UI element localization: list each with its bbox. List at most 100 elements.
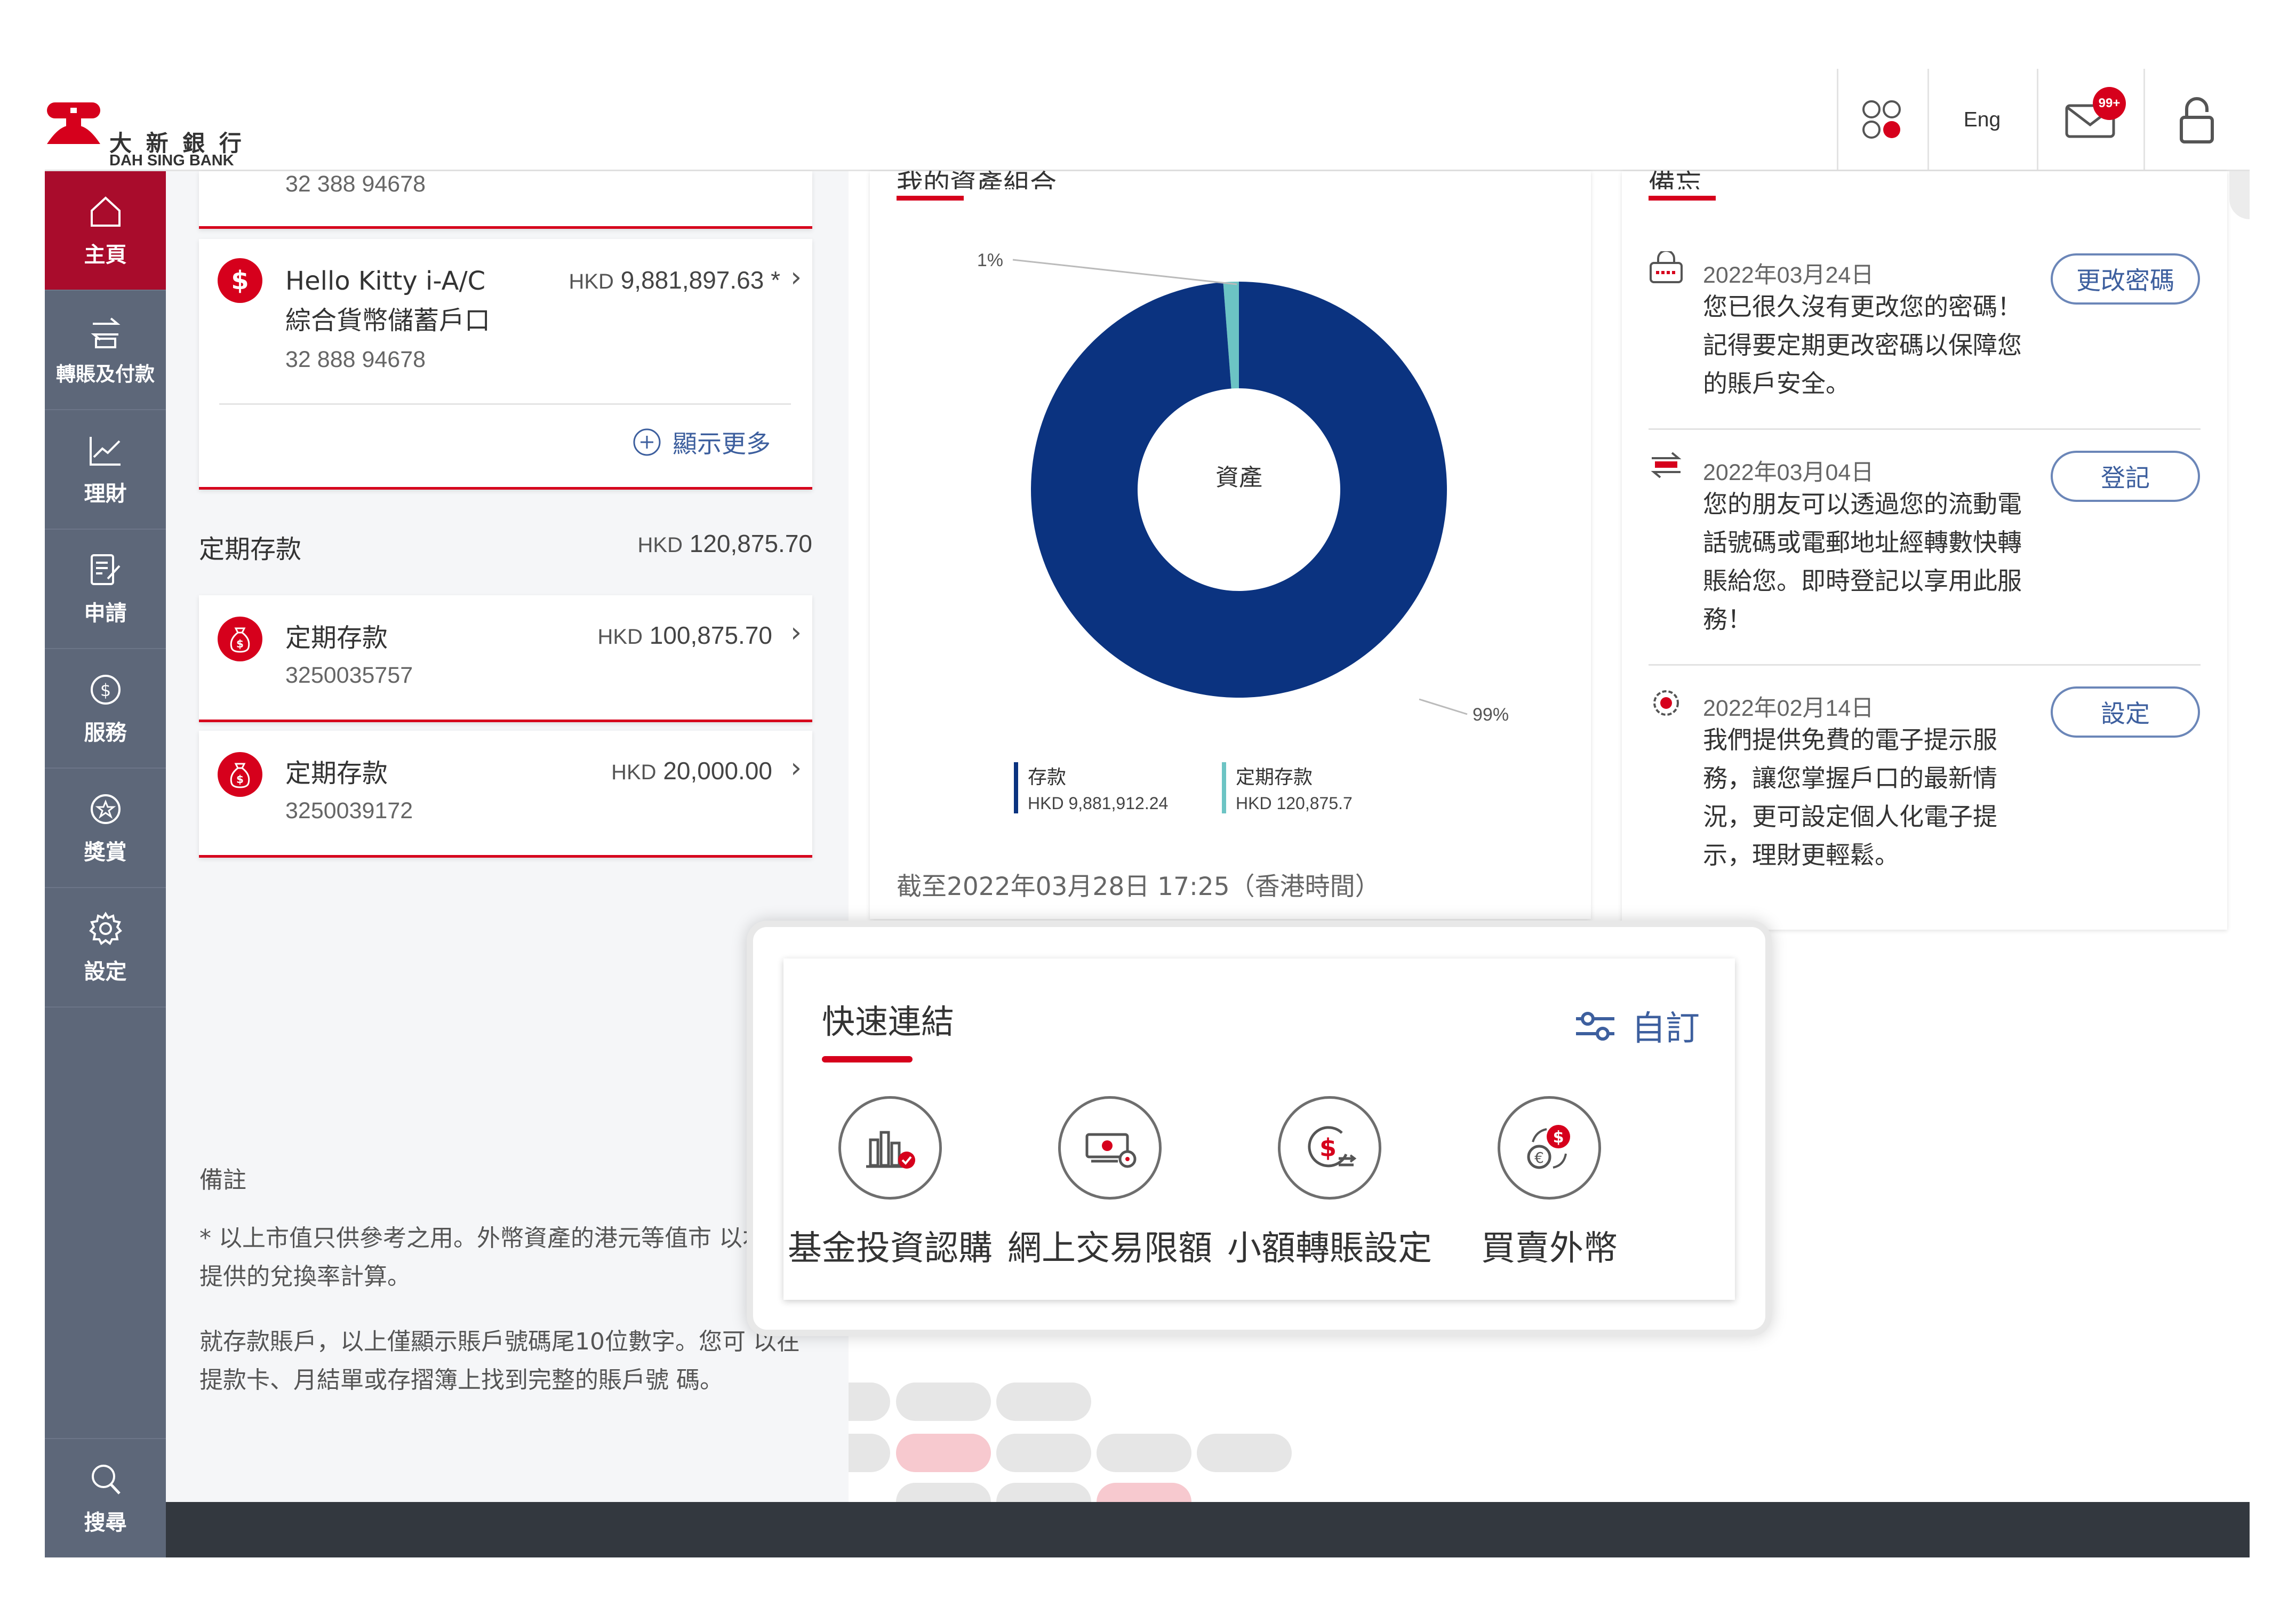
deposit-balance: HKD 100,875.70 bbox=[598, 621, 772, 650]
sidebar-item-home[interactable]: 主頁 bbox=[45, 171, 166, 291]
time-deposit-total: HKD 120,875.70 bbox=[587, 529, 812, 558]
svg-text:$: $ bbox=[1319, 1133, 1337, 1162]
divider bbox=[1649, 428, 2201, 430]
lock-icon bbox=[2179, 97, 2214, 143]
loading-skeleton bbox=[1197, 1434, 1292, 1472]
sidebar-item-label: 申請 bbox=[84, 601, 127, 626]
reminder-text: 您的朋友可以透過您的流動電話號碼或電郵地址經轉數快轉賬給您。即時登記以享用此服務… bbox=[1703, 490, 2022, 634]
legend-swatch bbox=[1222, 762, 1226, 813]
sidebar-item-label: 理財 bbox=[84, 482, 127, 506]
sidebar-item-services[interactable]: $ 服務 bbox=[45, 649, 166, 769]
apps-button[interactable] bbox=[1837, 69, 1927, 171]
deposit-title: 定期存款 bbox=[285, 623, 388, 653]
deposit-amount: 100,875.70 bbox=[649, 621, 772, 649]
quick-link-label: 買賣外幣 bbox=[1481, 1229, 1618, 1268]
deposit-amount: 20,000.00 bbox=[663, 757, 772, 785]
currency-code: HKD bbox=[637, 533, 683, 557]
legend-series-value: HKD 120,875.7 bbox=[1236, 794, 1353, 813]
svg-text:$: $ bbox=[236, 773, 244, 786]
divider bbox=[219, 403, 791, 405]
plus-circle-icon bbox=[633, 428, 661, 456]
account-number: 32 388 94678 bbox=[285, 171, 426, 197]
legend-series-name: 存款 bbox=[1028, 766, 1066, 788]
chevron-right-icon: › bbox=[790, 617, 802, 649]
legend-swatch bbox=[1014, 762, 1018, 813]
sidebar-item-wealth[interactable]: 理財 bbox=[45, 410, 166, 530]
sidebar-item-transfer[interactable]: 轉賬及付款 bbox=[45, 291, 166, 410]
sidebar: 主頁 轉賬及付款 理財 申請 $ 服務 獎賞 設定 搜尋 bbox=[45, 171, 166, 1557]
reminder-date: 2022年02月14日 bbox=[1703, 696, 1874, 721]
sidebar-item-label: 轉賬及付款 bbox=[56, 363, 155, 386]
account-number: 32 888 94678 bbox=[285, 347, 426, 372]
donut-center-label: 資產 bbox=[1215, 464, 1262, 491]
deposit-title: 定期存款 bbox=[285, 758, 388, 788]
currency-code: HKD bbox=[611, 761, 657, 784]
reminder-text: 我們提供免費的電子提示服務，讓您掌握戶口的最新情況，更可設定個人化電子提示，理財… bbox=[1703, 725, 1997, 869]
quick-link-label: 小額轉賬設定 bbox=[1227, 1229, 1432, 1268]
logout-button[interactable] bbox=[2143, 69, 2250, 171]
show-more-link[interactable]: 顯示更多 bbox=[632, 425, 771, 460]
account-balance: HKD 9,881,897.63 * bbox=[569, 266, 780, 294]
logo-text-en: DAH SING BANK bbox=[109, 152, 234, 169]
loading-skeleton bbox=[1097, 1483, 1191, 1502]
transfer-icon bbox=[90, 317, 121, 348]
money-bag-icon: $ bbox=[218, 752, 262, 797]
loading-skeleton bbox=[996, 1483, 1091, 1502]
sidebar-item-apply[interactable]: 申請 bbox=[45, 530, 166, 649]
dah-sing-logo-icon bbox=[47, 102, 100, 144]
loading-skeleton bbox=[849, 1434, 890, 1472]
legend-series-name: 定期存款 bbox=[1236, 766, 1313, 788]
time-deposit-card[interactable]: $ 定期存款 HKD 100,875.70 › 3250035757 bbox=[199, 595, 812, 722]
message-count-badge: 99+ bbox=[2093, 87, 2126, 120]
sidebar-item-rewards[interactable]: 獎賞 bbox=[45, 769, 166, 888]
quick-link-small-value-transfer[interactable]: $ 小額轉賬設定 bbox=[1218, 1096, 1442, 1272]
quick-link-transaction-limit[interactable]: 網上交易限額 bbox=[998, 1096, 1222, 1272]
application-form-icon bbox=[90, 554, 120, 585]
loading-skeleton bbox=[1097, 1434, 1191, 1472]
account-card-partial[interactable]: 32 388 94678 bbox=[199, 171, 812, 229]
note-paragraph: 就存款賬戶，以上僅顯示賬戶號碼尾10位數字。您可 以在提款卡、月結單或存摺簿上找… bbox=[199, 1328, 800, 1394]
svg-text:$: $ bbox=[1553, 1128, 1564, 1147]
deposit-number: 3250039172 bbox=[285, 798, 413, 824]
notification-gear-icon bbox=[1653, 690, 1679, 716]
time-deposit-section-title: 定期存款 bbox=[199, 534, 302, 564]
bank-logo[interactable]: 大 新 銀 行 DAH SING BANK bbox=[45, 97, 258, 169]
register-button[interactable]: 登記 bbox=[2051, 451, 2200, 502]
sidebar-item-settings[interactable]: 設定 bbox=[45, 888, 166, 1008]
quick-link-fund-subscription[interactable]: 基金投資認購 bbox=[778, 1096, 1002, 1272]
currency-code: HKD bbox=[597, 625, 643, 649]
language-toggle[interactable]: Eng bbox=[1927, 69, 2037, 171]
quick-link-label: 基金投資認購 bbox=[788, 1229, 993, 1268]
reminder-date: 2022年03月24日 bbox=[1703, 262, 1874, 288]
chevron-right-icon: › bbox=[790, 752, 802, 784]
sliders-icon bbox=[1576, 1012, 1614, 1041]
svg-text:$: $ bbox=[100, 680, 110, 700]
apps-grid-icon bbox=[1862, 100, 1901, 139]
messages-button[interactable]: 99+ bbox=[2037, 69, 2143, 171]
sidebar-item-search[interactable]: 搜尋 bbox=[45, 1438, 166, 1557]
account-card-hello-kitty[interactable]: $ Hello Kitty i-A/C 綜合貨幣儲蓄戶口 HKD 9,881,8… bbox=[199, 239, 812, 490]
deposit-number: 3250035757 bbox=[285, 662, 413, 688]
top-header: 大 新 銀 行 DAH SING BANK Eng 99+ bbox=[45, 69, 2250, 171]
loading-skeleton bbox=[996, 1434, 1091, 1472]
loading-skeleton bbox=[896, 1434, 991, 1472]
sidebar-item-label: 服務 bbox=[84, 721, 127, 745]
quick-links-title: 快速連結 bbox=[822, 1002, 955, 1041]
panel-title: 備忘 bbox=[1649, 169, 1702, 189]
transfer-arrows-icon bbox=[1651, 452, 1682, 478]
balance-amount: 9,881,897.63 bbox=[620, 266, 764, 294]
show-more-label: 顯示更多 bbox=[673, 429, 771, 458]
fund-chart-icon bbox=[838, 1096, 942, 1200]
quick-link-foreign-exchange[interactable]: $ € 買賣外幣 bbox=[1437, 1096, 1661, 1272]
time-deposit-card[interactable]: $ 定期存款 HKD 20,000.00 › 3250039172 bbox=[199, 731, 812, 858]
reminder-date: 2022年03月04日 bbox=[1703, 460, 1874, 485]
setup-button[interactable]: 設定 bbox=[2051, 686, 2200, 738]
customize-button[interactable]: 自訂 bbox=[1573, 1001, 1700, 1050]
change-password-button[interactable]: 更改密碼 bbox=[2051, 253, 2200, 305]
dollar-circle-icon: $ bbox=[90, 675, 121, 705]
svg-text:$: $ bbox=[236, 637, 244, 650]
loading-skeleton bbox=[996, 1383, 1091, 1421]
chart-as-of-time: 截至2022年03月28日 17:25（香港時間） bbox=[897, 872, 1380, 901]
percent-label: 99% bbox=[1473, 705, 1509, 725]
asset-portfolio-panel: 我的資產組合 1% 99% 資產 存款 HKD 9,881,912.24 定期存款 HKD … bbox=[870, 169, 1591, 919]
